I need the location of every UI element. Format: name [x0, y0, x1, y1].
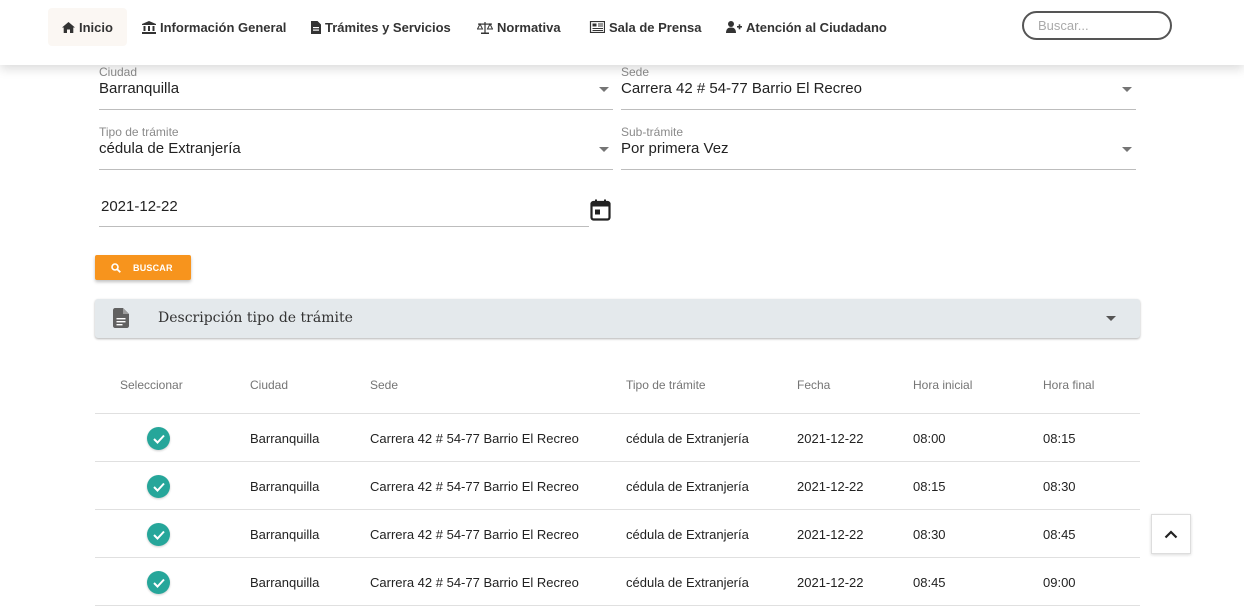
nav-atencion-ciudadano-label: Atención al Ciudadano — [746, 19, 887, 35]
cell-tipo: cédula de Extranjería — [626, 431, 749, 446]
select-check-button[interactable] — [147, 571, 170, 594]
tipo-tramite-value: cédula de Extranjería — [99, 140, 241, 157]
check-icon — [152, 530, 165, 540]
descripcion-accordion[interactable]: Descripción tipo de trámite — [95, 299, 1140, 338]
table-row: Barranquilla Carrera 42 # 54-77 Barrio E… — [95, 462, 1140, 510]
sub-tramite-dropdown-caret-icon — [1122, 147, 1132, 152]
scroll-to-top-button[interactable] — [1151, 514, 1191, 554]
sede-underline — [621, 109, 1136, 110]
top-navigation: Inicio Información General Trámites y Se… — [0, 0, 1244, 65]
nav-normativa[interactable]: Normativa — [463, 8, 575, 46]
nav-informacion-general[interactable]: Información General — [128, 8, 300, 46]
nav-inicio-label: Inicio — [79, 19, 113, 35]
tipo-tramite-select[interactable]: Tipo de trámite cédula de Extranjería — [99, 125, 613, 170]
table-header: Seleccionar Ciudad Sede Tipo de trámite … — [95, 360, 1140, 414]
results-table: Seleccionar Ciudad Sede Tipo de trámite … — [95, 360, 1140, 606]
cell-tipo: cédula de Extranjería — [626, 479, 749, 494]
nav-inicio[interactable]: Inicio — [48, 8, 127, 46]
fecha-underline — [99, 226, 589, 227]
tipo-tramite-underline — [99, 169, 613, 170]
tipo-tramite-dropdown-caret-icon — [599, 147, 609, 152]
cell-hora-final: 08:45 — [1043, 527, 1076, 542]
home-icon — [62, 21, 75, 33]
cell-fecha: 2021-12-22 — [797, 431, 864, 446]
nav-informacion-general-label: Información General — [160, 19, 287, 35]
check-icon — [152, 482, 165, 492]
cell-tipo: cédula de Extranjería — [626, 527, 749, 542]
sub-tramite-value: Por primera Vez — [621, 140, 729, 157]
header-seleccionar: Seleccionar — [120, 378, 183, 392]
nav-atencion-ciudadano[interactable]: Atención al Ciudadano — [712, 8, 901, 46]
ciudad-select[interactable]: Ciudad Barranquilla — [99, 65, 613, 110]
table-row: Barranquilla Carrera 42 # 54-77 Barrio E… — [95, 558, 1140, 606]
user-plus-icon — [726, 21, 742, 33]
cell-sede: Carrera 42 # 54-77 Barrio El Recreo — [370, 527, 579, 542]
ciudad-label: Ciudad — [99, 65, 138, 79]
nav-tramites-servicios[interactable]: Trámites y Servicios — [297, 8, 465, 46]
cell-tipo: cédula de Extranjería — [626, 575, 749, 590]
buscar-button[interactable]: BUSCAR — [95, 255, 191, 280]
check-icon — [152, 434, 165, 444]
header-tipo-tramite: Tipo de trámite — [626, 378, 706, 392]
sede-value: Carrera 42 # 54-77 Barrio El Recreo — [621, 80, 862, 97]
cell-hora-inicial: 08:45 — [913, 575, 946, 590]
ciudad-underline — [99, 109, 613, 110]
cell-hora-final: 09:00 — [1043, 575, 1076, 590]
cell-hora-inicial: 08:15 — [913, 479, 946, 494]
sede-label: Sede — [621, 65, 650, 79]
nav-sala-prensa-label: Sala de Prensa — [609, 19, 702, 35]
header-hora-inicial: Hora inicial — [913, 378, 973, 392]
ciudad-value: Barranquilla — [99, 80, 180, 97]
chevron-up-icon — [1164, 529, 1178, 538]
cell-sede: Carrera 42 # 54-77 Barrio El Recreo — [370, 479, 579, 494]
select-check-button[interactable] — [147, 427, 170, 450]
tipo-tramite-label: Tipo de trámite — [99, 125, 179, 139]
cell-hora-inicial: 08:30 — [913, 527, 946, 542]
sub-tramite-label: Sub-trámite — [621, 125, 684, 139]
header-hora-final: Hora final — [1043, 378, 1095, 392]
cell-fecha: 2021-12-22 — [797, 527, 864, 542]
header-fecha: Fecha — [797, 378, 831, 392]
header-ciudad: Ciudad — [250, 378, 289, 392]
document-icon — [113, 308, 129, 328]
cell-ciudad: Barranquilla — [250, 575, 320, 590]
cell-fecha: 2021-12-22 — [797, 479, 864, 494]
cell-hora-final: 08:30 — [1043, 479, 1076, 494]
nav-sala-prensa[interactable]: Sala de Prensa — [575, 8, 716, 46]
buscar-label: BUSCAR — [133, 262, 173, 273]
select-check-button[interactable] — [147, 475, 170, 498]
table-row: Barranquilla Carrera 42 # 54-77 Barrio E… — [95, 414, 1140, 462]
search-icon — [111, 262, 121, 273]
ciudad-dropdown-caret-icon — [599, 87, 609, 92]
sub-tramite-select[interactable]: Sub-trámite Por primera Vez — [621, 125, 1136, 170]
cell-ciudad: Barranquilla — [250, 479, 320, 494]
cell-sede: Carrera 42 # 54-77 Barrio El Recreo — [370, 431, 579, 446]
header-sede: Sede — [370, 378, 399, 392]
file-icon — [311, 20, 321, 34]
cell-ciudad: Barranquilla — [250, 431, 320, 446]
chevron-down-icon — [1106, 316, 1116, 321]
sede-select[interactable]: Sede Carrera 42 # 54-77 Barrio El Recreo — [621, 65, 1136, 110]
cell-fecha: 2021-12-22 — [797, 575, 864, 590]
cell-ciudad: Barranquilla — [250, 527, 320, 542]
search-input[interactable] — [1022, 11, 1172, 40]
cell-hora-inicial: 08:00 — [913, 431, 946, 446]
newspaper-icon — [589, 21, 605, 33]
sede-dropdown-caret-icon — [1122, 87, 1132, 92]
fecha-value: 2021-12-22 — [101, 198, 178, 215]
nav-normativa-label: Normativa — [497, 19, 561, 35]
cell-sede: Carrera 42 # 54-77 Barrio El Recreo — [370, 575, 579, 590]
nav-tramites-servicios-label: Trámites y Servicios — [325, 19, 451, 35]
accordion-title: Descripción tipo de trámite — [158, 310, 353, 326]
scale-icon — [477, 21, 493, 34]
calendar-icon[interactable] — [590, 199, 611, 221]
fecha-input[interactable]: 2021-12-22 — [99, 190, 589, 227]
sub-tramite-underline — [621, 169, 1136, 170]
check-icon — [152, 578, 165, 588]
table-row: Barranquilla Carrera 42 # 54-77 Barrio E… — [95, 510, 1140, 558]
bank-icon — [142, 20, 156, 34]
cell-hora-final: 08:15 — [1043, 431, 1076, 446]
select-check-button[interactable] — [147, 523, 170, 546]
